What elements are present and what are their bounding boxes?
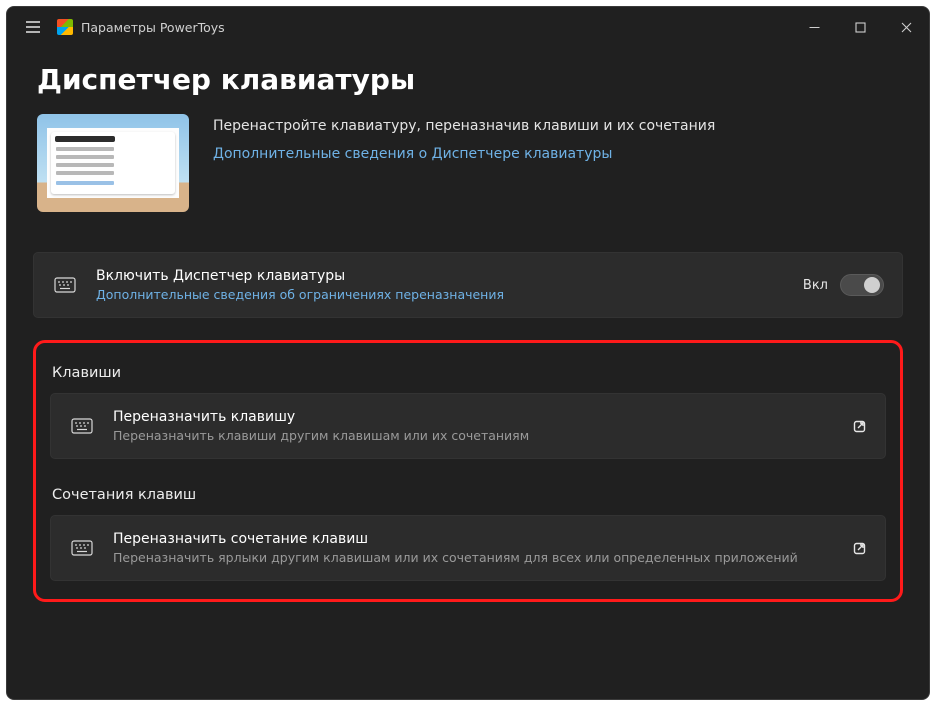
- remap-shortcut-title: Переназначить сочетание клавиш: [113, 531, 852, 547]
- titlebar: Параметры PowerToys: [7, 7, 929, 47]
- open-external-icon: [852, 419, 867, 434]
- remap-key-card[interactable]: Переназначить клавишу Переназначить клав…: [50, 393, 886, 459]
- window-controls: [791, 7, 929, 47]
- enable-title: Включить Диспетчер клавиатуры: [96, 268, 803, 284]
- learn-more-link[interactable]: Дополнительные сведения о Диспетчере кла…: [213, 146, 715, 162]
- toggle-state-label: Вкл: [803, 278, 828, 293]
- remap-key-subtitle: Переназначить клавиши другим клавишам ил…: [113, 428, 852, 443]
- enable-limitations-link[interactable]: Дополнительные сведения об ограничениях …: [96, 287, 803, 302]
- remap-shortcut-subtitle: Переназначить ярлыки другим клавишам или…: [113, 550, 852, 565]
- app-window: Параметры PowerToys Диспетчер клавиатуры: [6, 6, 930, 700]
- maximize-button[interactable]: [837, 7, 883, 47]
- intro-row: Перенастройте клавиатуру, переназначив к…: [33, 114, 903, 212]
- window-title: Параметры PowerToys: [81, 20, 225, 35]
- app-icon: [57, 19, 73, 35]
- content-area: Диспетчер клавиатуры Перенастройте клави…: [7, 47, 929, 699]
- nav-menu-button[interactable]: [13, 7, 53, 47]
- intro-description: Перенастройте клавиатуру, переназначив к…: [213, 118, 715, 134]
- enable-keyboard-manager-card: Включить Диспетчер клавиатуры Дополнител…: [33, 252, 903, 318]
- keyboard-icon: [69, 540, 95, 556]
- section-keys-header: Клавиши: [52, 365, 886, 381]
- open-external-icon: [852, 541, 867, 556]
- close-button[interactable]: [883, 7, 929, 47]
- keyboard-icon: [52, 277, 78, 293]
- remap-shortcut-card[interactable]: Переназначить сочетание клавиш Переназна…: [50, 515, 886, 581]
- highlighted-sections: Клавиши Переназначить клавишу Переназнач…: [33, 340, 903, 602]
- section-shortcuts-header: Сочетания клавиш: [52, 487, 886, 503]
- minimize-button[interactable]: [791, 7, 837, 47]
- feature-thumbnail: [37, 114, 189, 212]
- enable-toggle[interactable]: [840, 274, 884, 296]
- remap-key-title: Переназначить клавишу: [113, 409, 852, 425]
- keyboard-icon: [69, 418, 95, 434]
- page-title: Диспетчер клавиатуры: [37, 63, 903, 96]
